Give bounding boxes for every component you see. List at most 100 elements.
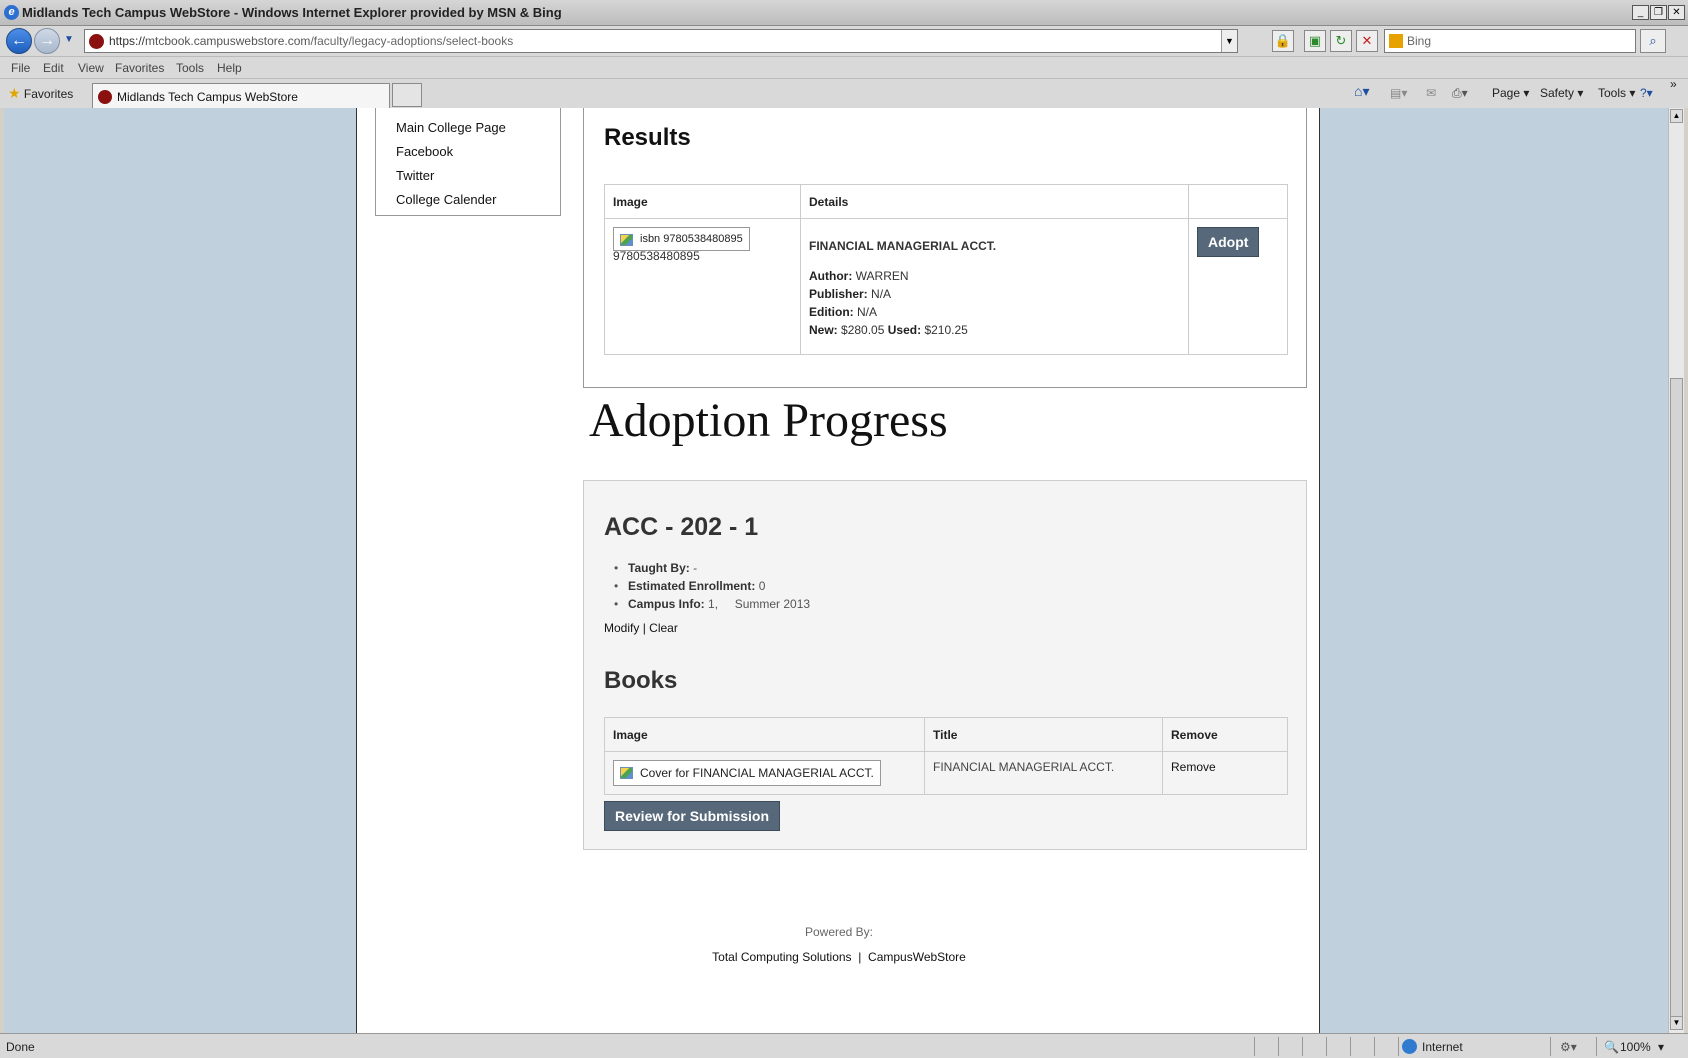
results-header-row: Image Details: [604, 184, 1288, 219]
result-details-cell: FINANCIAL MANAGERIAL ACCT. Author: WARRE…: [800, 218, 1189, 355]
col-book-image: Image: [604, 717, 925, 752]
stop-icon[interactable]: ✕: [1356, 30, 1378, 52]
menu-favorites[interactable]: Favorites: [115, 61, 164, 75]
toolbar-overflow-icon[interactable]: »: [1670, 77, 1677, 91]
vertical-scrollbar[interactable]: ▲ ▼: [1668, 108, 1684, 1033]
scroll-down-arrow-icon[interactable]: ▼: [1670, 1016, 1683, 1030]
tab-bar: ★ Favorites Midlands Tech Campus WebStor…: [0, 77, 1688, 109]
site-favicon: [89, 34, 104, 49]
window-title: Midlands Tech Campus WebStore - Windows …: [22, 5, 562, 20]
scroll-up-arrow-icon[interactable]: ▲: [1670, 109, 1683, 123]
result-image-cell: isbn 9780538480895 9780538480895: [604, 218, 801, 355]
mail-icon[interactable]: ✉: [1426, 86, 1436, 100]
recent-pages-dropdown-icon[interactable]: ▼: [64, 34, 74, 45]
sidebar-link-facebook[interactable]: Facebook: [396, 144, 453, 159]
feeds-icon[interactable]: ▤▾: [1390, 86, 1407, 100]
maximize-button[interactable]: ❐: [1650, 5, 1667, 20]
address-toolbar: ← → ▼ https://mtcbook.campuswebstore.com…: [0, 26, 1688, 56]
books-header-row: Image Title Remove: [604, 717, 1288, 752]
status-text: Done: [6, 1040, 35, 1054]
menu-tools[interactable]: Tools: [176, 61, 204, 75]
favorites-button[interactable]: ★ Favorites: [8, 85, 73, 102]
table-row: isbn 9780538480895 9780538480895 FINANCI…: [604, 218, 1288, 355]
zoom-icon: 🔍: [1604, 1040, 1619, 1054]
tab-favicon: [98, 90, 112, 104]
footer-separator: |: [858, 950, 862, 964]
scrollbar-thumb[interactable]: [1670, 378, 1683, 1018]
browser-tab-active[interactable]: Midlands Tech Campus WebStore: [92, 83, 390, 109]
status-bar: Done Internet ⚙▾ 🔍 100% ▾: [0, 1033, 1688, 1058]
protected-mode-icon[interactable]: ⚙▾: [1560, 1040, 1577, 1054]
favorites-label: Favorites: [23, 87, 74, 101]
books-table: Image Title Remove Cover for FINANCIAL M…: [604, 717, 1288, 795]
tab-title: Midlands Tech Campus WebStore: [117, 90, 298, 104]
book-cover-placeholder: Cover for FINANCIAL MANAGERIAL ACCT.: [613, 760, 881, 786]
col-book-title: Title: [924, 717, 1163, 752]
results-panel: Results Image Details isbn 9780538480895…: [583, 108, 1307, 388]
print-icon[interactable]: ⎙▾: [1452, 86, 1468, 101]
bing-logo-icon: [1389, 34, 1403, 48]
menu-file[interactable]: File: [11, 61, 30, 75]
list-item: Campus Info: 1, Summer 2013: [614, 595, 810, 613]
col-details: Details: [800, 184, 1189, 219]
minimize-button[interactable]: _: [1632, 5, 1649, 20]
sidebar-link-main-college-page[interactable]: Main College Page: [396, 120, 506, 135]
result-edition: Edition: N/A: [809, 305, 878, 319]
action-separator: |: [642, 621, 646, 635]
favorites-star-icon: ★: [8, 85, 21, 101]
course-title: ACC - 202 - 1: [604, 513, 759, 541]
col-book-remove: Remove: [1162, 717, 1288, 752]
zoom-dropdown-icon[interactable]: ▾: [1658, 1040, 1664, 1054]
course-actions: Modify | Clear: [604, 621, 678, 635]
safety-menu[interactable]: Safety ▾: [1540, 86, 1583, 100]
forward-button[interactable]: →: [34, 28, 60, 54]
clear-link[interactable]: Clear: [649, 621, 678, 635]
close-window-button[interactable]: ✕: [1668, 5, 1685, 20]
footer-link-total-computing-solutions[interactable]: Total Computing Solutions: [712, 950, 851, 964]
result-prices: New: $280.05 Used: $210.25: [809, 323, 968, 337]
result-book-title: FINANCIAL MANAGERIAL ACCT.: [809, 239, 997, 253]
result-action-cell: Adopt: [1188, 218, 1288, 355]
menu-edit[interactable]: Edit: [43, 61, 64, 75]
sidebar-link-college-calender[interactable]: College Calender: [396, 192, 496, 207]
compatibility-icon[interactable]: ▣: [1304, 30, 1326, 52]
result-publisher: Publisher: N/A: [809, 287, 892, 301]
zoom-level[interactable]: 100%: [1620, 1040, 1651, 1054]
col-image: Image: [604, 184, 801, 219]
tools-menu[interactable]: Tools ▾: [1598, 86, 1635, 100]
address-bar[interactable]: https://mtcbook.campuswebstore.com/facul…: [84, 29, 1238, 53]
lock-icon[interactable]: 🔒: [1272, 30, 1294, 52]
remove-link[interactable]: Remove: [1171, 760, 1216, 774]
book-image-placeholder: isbn 9780538480895: [613, 227, 750, 251]
table-row: Cover for FINANCIAL MANAGERIAL ACCT. FIN…: [604, 751, 1288, 795]
menu-view[interactable]: View: [78, 61, 104, 75]
new-tab-button[interactable]: [392, 83, 422, 107]
books-heading: Books: [604, 667, 678, 694]
adoption-progress-heading: Adoption Progress: [589, 394, 948, 447]
footer-links: Total Computing Solutions | CampusWebSto…: [357, 950, 1321, 964]
home-icon[interactable]: ⌂▾: [1354, 83, 1369, 100]
back-button[interactable]: ←: [6, 28, 32, 54]
book-image-cell: Cover for FINANCIAL MANAGERIAL ACCT.: [604, 751, 925, 795]
course-info-list: Taught By: - Estimated Enrollment: 0 Cam…: [614, 559, 810, 613]
list-item: Estimated Enrollment: 0: [614, 577, 810, 595]
ie-logo-icon: e: [4, 5, 19, 20]
adopt-button[interactable]: Adopt: [1197, 227, 1260, 257]
address-dropdown-icon[interactable]: ▼: [1221, 30, 1237, 52]
sidebar-link-twitter[interactable]: Twitter: [396, 168, 434, 183]
help-icon[interactable]: ?▾: [1640, 86, 1653, 100]
review-for-submission-button[interactable]: Review for Submission: [604, 801, 781, 831]
footer-link-campuswebstore[interactable]: CampusWebStore: [868, 950, 966, 964]
modify-link[interactable]: Modify: [604, 621, 639, 635]
page-menu[interactable]: Page ▾: [1492, 86, 1529, 100]
broken-image-icon: [620, 234, 633, 246]
search-icon[interactable]: ⌕: [1640, 29, 1666, 53]
refresh-icon[interactable]: ↻: [1330, 30, 1352, 52]
menu-help[interactable]: Help: [217, 61, 242, 75]
internet-zone-icon: [1402, 1039, 1417, 1054]
list-item: Taught By: -: [614, 559, 810, 577]
page-content: Main College Page Facebook Twitter Colle…: [356, 108, 1320, 1033]
search-box[interactable]: Bing: [1384, 29, 1636, 53]
window-titlebar: e Midlands Tech Campus WebStore - Window…: [0, 0, 1688, 26]
col-action: [1188, 184, 1288, 219]
